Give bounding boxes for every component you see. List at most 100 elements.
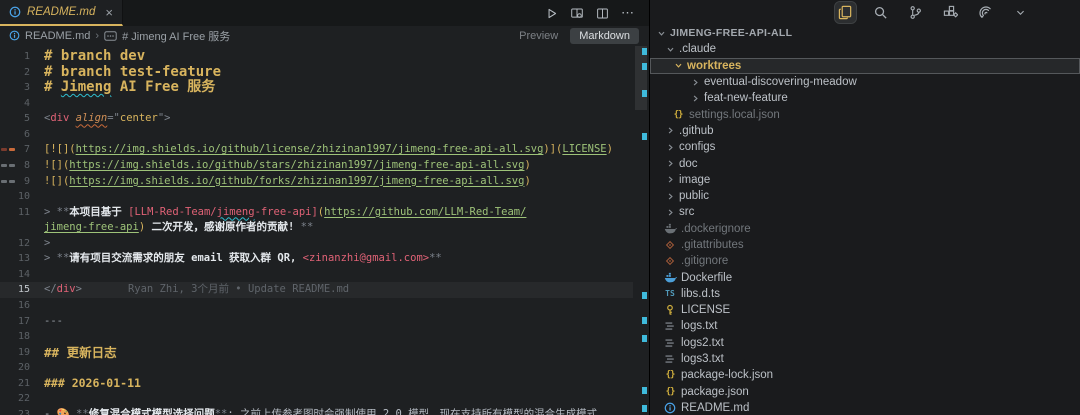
- close-icon[interactable]: ×: [105, 6, 113, 19]
- mode-switch: Preview Markdown: [519, 28, 639, 44]
- code-line[interactable]: jimeng-free-api) 二次开发，感谢原作者的贡献! **: [0, 220, 649, 236]
- code-token: ">: [158, 112, 171, 124]
- tree-item-license[interactable]: LICENSE: [650, 302, 1080, 318]
- line-number: 21: [0, 376, 30, 392]
- tree-item-configs[interactable]: configs: [650, 139, 1080, 155]
- extensions-icon[interactable]: [940, 2, 961, 23]
- info-icon: [9, 6, 21, 18]
- tree-item-logs-txt[interactable]: logs.txt: [650, 318, 1080, 334]
- line-text: ### 2026-01-11: [44, 376, 141, 392]
- more-actions-icon[interactable]: ⋯: [621, 5, 635, 21]
- search-icon[interactable]: [870, 2, 891, 23]
- tree-item--claude[interactable]: .claude: [650, 41, 1080, 57]
- editor-scrollbar[interactable]: [634, 45, 649, 415]
- txt-file-icon: [663, 352, 677, 366]
- code-area[interactable]: 1# branch dev2# branch test-feature3# Ji…: [0, 45, 649, 415]
- line-text: > **本项目基于 [LLM-Red-Team/jimeng-free-api]…: [44, 205, 526, 221]
- code-line[interactable]: 11 > **本项目基于 [LLM-Red-Team/jimeng-free-ap…: [0, 205, 649, 221]
- tree-item-eventual-discovering-meadow[interactable]: eventual-discovering-meadow: [650, 74, 1080, 90]
- tree-item-doc[interactable]: doc: [650, 155, 1080, 171]
- scrollbar-thumb[interactable]: [635, 46, 647, 110]
- code-token: div: [50, 112, 69, 124]
- tree-item-label: eventual-discovering-meadow: [704, 76, 857, 88]
- markdown-chip[interactable]: Markdown: [570, 28, 639, 44]
- chevron-right-icon: [688, 91, 702, 105]
- line-number: 22: [0, 391, 30, 407]
- tree-item-feat-new-feature[interactable]: feat-new-feature: [650, 90, 1080, 106]
- code-line[interactable]: 19## 更新日志: [0, 345, 649, 361]
- breadcrumb-row: README.md › # Jimeng AI Free 服务 Preview …: [0, 26, 649, 45]
- breadcrumb-file[interactable]: README.md: [25, 30, 90, 42]
- tree-item-label: logs3.txt: [681, 353, 724, 365]
- line-text: # Jimeng AI Free 服务: [44, 80, 215, 96]
- line-number: 11: [0, 205, 30, 221]
- code-line[interactable]: 9![](https://img.shields.io/github/forks…: [0, 174, 649, 190]
- line-number: 14: [0, 267, 30, 283]
- code-line[interactable]: 23- 🎨 **修复混合模式模型选择问题**: 之前上传参考图时会强制使用 2.…: [0, 407, 649, 415]
- tree-item-readme-md[interactable]: README.md: [650, 400, 1080, 415]
- source-control-icon[interactable]: [905, 2, 926, 23]
- code-line[interactable]: 14: [0, 267, 649, 283]
- code-line[interactable]: 15</div>Ryan Zhi, 3个月前 • Update README.m…: [0, 282, 633, 298]
- chevron-right-icon: [663, 157, 677, 171]
- line-number: 7: [0, 142, 30, 158]
- tree-item-worktrees[interactable]: worktrees: [650, 58, 1080, 74]
- tree-item-label: settings.local.json: [689, 109, 780, 121]
- code-line[interactable]: 1# branch dev: [0, 49, 649, 65]
- tree-item-package-json[interactable]: {}package.json: [650, 384, 1080, 400]
- preview-label[interactable]: Preview: [519, 30, 558, 42]
- tree-item--dockerignore[interactable]: .dockerignore: [650, 221, 1080, 237]
- chevron-down-icon[interactable]: [1010, 2, 1031, 23]
- code-token: [![](: [44, 143, 76, 155]
- git-file-icon: [663, 254, 677, 268]
- code-line[interactable]: 21 ### 2026-01-11: [0, 376, 649, 392]
- tree-item-label: worktrees: [687, 60, 741, 72]
- code-line[interactable]: 6: [0, 127, 649, 143]
- code-line[interactable]: 2# branch test-feature: [0, 65, 649, 81]
- tree-item-settings-local-json[interactable]: {}settings.local.json: [650, 106, 1080, 122]
- tree-item-image[interactable]: image: [650, 172, 1080, 188]
- code-token: align: [76, 112, 108, 124]
- code-line[interactable]: 18: [0, 329, 649, 345]
- code-token: : 之前上传参考图时会强制使用 2.0 模型，现在支持所有模型的混合生成模式: [227, 408, 597, 415]
- tree-item--gitattributes[interactable]: .gitattributes: [650, 237, 1080, 253]
- tree-item-libs-d-ts[interactable]: TSlibs.d.ts: [650, 286, 1080, 302]
- run-icon[interactable]: [545, 7, 558, 20]
- line-text: - 🎨 **修复混合模式模型选择问题**: 之前上传参考图时会强制使用 2.0 …: [44, 407, 597, 415]
- broadcast-icon[interactable]: [975, 2, 996, 23]
- code-line[interactable]: 7[![](https://img.shields.io/github/lice…: [0, 142, 649, 158]
- tree-item--gitignore[interactable]: .gitignore: [650, 253, 1080, 269]
- breadcrumb[interactable]: README.md › # Jimeng AI Free 服务: [9, 28, 230, 44]
- code-line[interactable]: 17---: [0, 314, 649, 330]
- tree-item--github[interactable]: .github: [650, 123, 1080, 139]
- tab-readme[interactable]: README.md ×: [0, 0, 123, 26]
- code-line[interactable]: 5<div align="center">: [0, 111, 649, 127]
- tree-item-src[interactable]: src: [650, 204, 1080, 220]
- code-line[interactable]: 8![](https://img.shields.io/github/stars…: [0, 158, 649, 174]
- code-token: jimeng: [217, 206, 255, 218]
- chevron-right-icon: [663, 124, 677, 138]
- breadcrumb-symbol[interactable]: # Jimeng AI Free 服务: [122, 28, 230, 44]
- tree-item-logs3-txt[interactable]: logs3.txt: [650, 351, 1080, 367]
- open-preview-icon[interactable]: [570, 7, 584, 20]
- tree-item-dockerfile[interactable]: Dockerfile: [650, 269, 1080, 285]
- code-line[interactable]: 10: [0, 189, 649, 205]
- tree-item-logs2-txt[interactable]: logs2.txt: [650, 335, 1080, 351]
- split-editor-icon[interactable]: [596, 7, 609, 20]
- code-token: jimeng-free-api: [44, 221, 139, 233]
- tree-root[interactable]: JIMENG-FREE-API-ALL: [650, 25, 1080, 41]
- explorer-icon[interactable]: [835, 2, 856, 23]
- code-line[interactable]: 16: [0, 298, 649, 314]
- code-line[interactable]: 3# Jimeng AI Free 服务: [0, 80, 649, 96]
- code-line[interactable]: 12>: [0, 236, 649, 252]
- code-line[interactable]: 22: [0, 391, 649, 407]
- code-line[interactable]: 20: [0, 360, 649, 376]
- code-line[interactable]: 13> **请有项目交流需求的朋友 email 获取入群 QR, <zinanz…: [0, 251, 649, 267]
- tree-item-label: image: [679, 174, 710, 186]
- code-token: 请有项目交流需求的朋友 email 获取入群 QR,: [69, 252, 302, 264]
- code-line[interactable]: 4: [0, 96, 649, 112]
- overview-ruler-mark: [642, 387, 647, 394]
- tree-item-public[interactable]: public: [650, 188, 1080, 204]
- tree-item-package-lock-json[interactable]: {}package-lock.json: [650, 367, 1080, 383]
- code-token: ): [139, 221, 152, 233]
